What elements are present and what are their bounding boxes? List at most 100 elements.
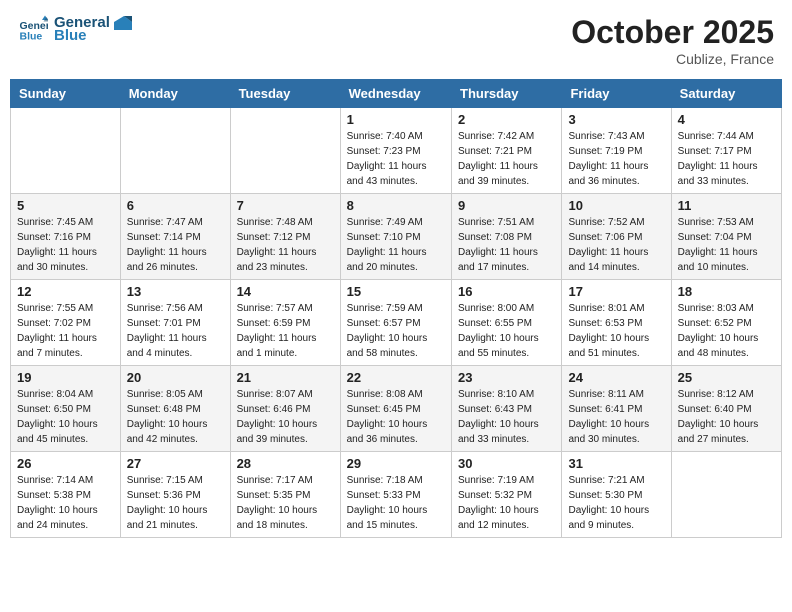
- day-number: 23: [458, 370, 555, 385]
- day-info: Sunrise: 7:53 AM Sunset: 7:04 PM Dayligh…: [678, 215, 775, 275]
- day-info: Sunrise: 8:12 AM Sunset: 6:40 PM Dayligh…: [678, 387, 775, 447]
- day-info: Sunrise: 8:03 AM Sunset: 6:52 PM Dayligh…: [678, 301, 775, 361]
- day-cell-23: 23 Sunrise: 8:10 AM Sunset: 6:43 PM Dayli…: [452, 366, 562, 452]
- col-header-thursday: Thursday: [452, 80, 562, 108]
- day-cell-4: 4 Sunrise: 7:44 AM Sunset: 7:17 PM Daylig…: [671, 108, 781, 194]
- day-info: Sunrise: 7:48 AM Sunset: 7:12 PM Dayligh…: [237, 215, 334, 275]
- day-cell-16: 16Sunrise: 8:00 AM Sunset: 6:55 PM Dayli…: [452, 280, 562, 366]
- day-number: 4: [678, 112, 775, 127]
- empty-cell: [671, 452, 781, 538]
- day-cell-12: 12 Sunrise: 7:55 AM Sunset: 7:02 PM Dayli…: [11, 280, 121, 366]
- day-info: Sunrise: 8:10 AM Sunset: 6:43 PM Dayligh…: [458, 387, 555, 447]
- day-info: Sunrise: 7:40 AM Sunset: 7:23 PM Dayligh…: [347, 129, 445, 189]
- day-cell-11: 11 Sunrise: 7:53 AM Sunset: 7:04 PM Dayli…: [671, 194, 781, 280]
- day-number: 31: [568, 456, 664, 471]
- day-number: 25: [678, 370, 775, 385]
- day-info: Sunrise: 8:01 AM Sunset: 6:53 PM Dayligh…: [568, 301, 664, 361]
- day-cell-31: 31Sunrise: 7:21 AM Sunset: 5:30 PM Dayli…: [562, 452, 671, 538]
- day-cell-9: 9Sunrise: 7:51 AM Sunset: 7:08 PM Daylig…: [452, 194, 562, 280]
- day-number: 13: [127, 284, 224, 299]
- day-info: Sunrise: 8:08 AM Sunset: 6:45 PM Dayligh…: [347, 387, 445, 447]
- day-info: Sunrise: 8:04 AM Sunset: 6:50 PM Dayligh…: [17, 387, 114, 447]
- day-cell-18: 18 Sunrise: 8:03 AM Sunset: 6:52 PM Dayli…: [671, 280, 781, 366]
- day-number: 16: [458, 284, 555, 299]
- empty-cell: [120, 108, 230, 194]
- day-cell-25: 25 Sunrise: 8:12 AM Sunset: 6:40 PM Dayli…: [671, 366, 781, 452]
- day-number: 19: [17, 370, 114, 385]
- week-row-1: 1 Sunrise: 7:40 AM Sunset: 7:23 PM Daylig…: [11, 108, 782, 194]
- day-info: Sunrise: 7:42 AM Sunset: 7:21 PM Dayligh…: [458, 129, 555, 189]
- day-number: 28: [237, 456, 334, 471]
- day-info: Sunrise: 7:15 AM Sunset: 5:36 PM Dayligh…: [127, 473, 224, 533]
- day-info: Sunrise: 7:45 AM Sunset: 7:16 PM Dayligh…: [17, 215, 114, 275]
- day-info: Sunrise: 7:44 AM Sunset: 7:17 PM Dayligh…: [678, 129, 775, 189]
- day-info: Sunrise: 7:49 AM Sunset: 7:10 PM Dayligh…: [347, 215, 445, 275]
- day-number: 21: [237, 370, 334, 385]
- day-cell-5: 5Sunrise: 7:45 AM Sunset: 7:16 PM Daylig…: [11, 194, 121, 280]
- day-info: Sunrise: 7:57 AM Sunset: 6:59 PM Dayligh…: [237, 301, 334, 361]
- header-row: SundayMondayTuesdayWednesdayThursdayFrid…: [11, 80, 782, 108]
- week-row-5: 26Sunrise: 7:14 AM Sunset: 5:38 PM Dayli…: [11, 452, 782, 538]
- week-row-4: 19 Sunrise: 8:04 AM Sunset: 6:50 PM Dayli…: [11, 366, 782, 452]
- day-cell-29: 29Sunrise: 7:18 AM Sunset: 5:33 PM Dayli…: [340, 452, 451, 538]
- day-number: 27: [127, 456, 224, 471]
- day-info: Sunrise: 8:11 AM Sunset: 6:41 PM Dayligh…: [568, 387, 664, 447]
- empty-cell: [230, 108, 340, 194]
- day-number: 18: [678, 284, 775, 299]
- calendar-table: SundayMondayTuesdayWednesdayThursdayFrid…: [10, 79, 782, 538]
- svg-text:Blue: Blue: [20, 31, 43, 43]
- col-header-tuesday: Tuesday: [230, 80, 340, 108]
- logo: General Blue General Blue: [18, 14, 132, 44]
- day-cell-26: 26Sunrise: 7:14 AM Sunset: 5:38 PM Dayli…: [11, 452, 121, 538]
- col-header-monday: Monday: [120, 80, 230, 108]
- col-header-friday: Friday: [562, 80, 671, 108]
- day-number: 3: [568, 112, 664, 127]
- day-info: Sunrise: 8:05 AM Sunset: 6:48 PM Dayligh…: [127, 387, 224, 447]
- day-cell-6: 6Sunrise: 7:47 AM Sunset: 7:14 PM Daylig…: [120, 194, 230, 280]
- day-cell-24: 24 Sunrise: 8:11 AM Sunset: 6:41 PM Dayli…: [562, 366, 671, 452]
- day-info: Sunrise: 8:07 AM Sunset: 6:46 PM Dayligh…: [237, 387, 334, 447]
- day-number: 10: [568, 198, 664, 213]
- day-cell-17: 17 Sunrise: 8:01 AM Sunset: 6:53 PM Dayli…: [562, 280, 671, 366]
- day-number: 20: [127, 370, 224, 385]
- day-number: 24: [568, 370, 664, 385]
- logo-blue: Blue: [54, 27, 132, 44]
- day-info: Sunrise: 7:17 AM Sunset: 5:35 PM Dayligh…: [237, 473, 334, 533]
- month-title: October 2025: [571, 14, 774, 51]
- week-row-2: 5Sunrise: 7:45 AM Sunset: 7:16 PM Daylig…: [11, 194, 782, 280]
- location: Cublize, France: [571, 51, 774, 67]
- day-cell-27: 27 Sunrise: 7:15 AM Sunset: 5:36 PM Dayli…: [120, 452, 230, 538]
- day-info: Sunrise: 7:47 AM Sunset: 7:14 PM Dayligh…: [127, 215, 224, 275]
- day-info: Sunrise: 7:56 AM Sunset: 7:01 PM Dayligh…: [127, 301, 224, 361]
- day-info: Sunrise: 7:55 AM Sunset: 7:02 PM Dayligh…: [17, 301, 114, 361]
- day-cell-2: 2 Sunrise: 7:42 AM Sunset: 7:21 PM Daylig…: [452, 108, 562, 194]
- day-info: Sunrise: 7:14 AM Sunset: 5:38 PM Dayligh…: [17, 473, 114, 533]
- day-number: 7: [237, 198, 334, 213]
- day-cell-8: 8 Sunrise: 7:49 AM Sunset: 7:10 PM Daylig…: [340, 194, 451, 280]
- col-header-wednesday: Wednesday: [340, 80, 451, 108]
- day-cell-19: 19 Sunrise: 8:04 AM Sunset: 6:50 PM Dayli…: [11, 366, 121, 452]
- col-header-saturday: Saturday: [671, 80, 781, 108]
- empty-cell: [11, 108, 121, 194]
- day-number: 29: [347, 456, 445, 471]
- day-number: 11: [678, 198, 775, 213]
- day-info: Sunrise: 7:52 AM Sunset: 7:06 PM Dayligh…: [568, 215, 664, 275]
- title-section: October 2025 Cublize, France: [571, 14, 774, 67]
- day-cell-1: 1 Sunrise: 7:40 AM Sunset: 7:23 PM Daylig…: [340, 108, 451, 194]
- day-number: 8: [347, 198, 445, 213]
- day-cell-21: 21 Sunrise: 8:07 AM Sunset: 6:46 PM Dayli…: [230, 366, 340, 452]
- day-number: 14: [237, 284, 334, 299]
- day-number: 1: [347, 112, 445, 127]
- day-cell-3: 3Sunrise: 7:43 AM Sunset: 7:19 PM Daylig…: [562, 108, 671, 194]
- day-cell-30: 30Sunrise: 7:19 AM Sunset: 5:32 PM Dayli…: [452, 452, 562, 538]
- week-row-3: 12 Sunrise: 7:55 AM Sunset: 7:02 PM Dayli…: [11, 280, 782, 366]
- day-cell-10: 10 Sunrise: 7:52 AM Sunset: 7:06 PM Dayli…: [562, 194, 671, 280]
- day-number: 9: [458, 198, 555, 213]
- page-header: General Blue General Blue October 2025 C…: [10, 10, 782, 71]
- day-number: 2: [458, 112, 555, 127]
- day-cell-14: 14 Sunrise: 7:57 AM Sunset: 6:59 PM Dayli…: [230, 280, 340, 366]
- day-number: 12: [17, 284, 114, 299]
- day-cell-28: 28 Sunrise: 7:17 AM Sunset: 5:35 PM Dayli…: [230, 452, 340, 538]
- day-info: Sunrise: 7:59 AM Sunset: 6:57 PM Dayligh…: [347, 301, 445, 361]
- day-number: 17: [568, 284, 664, 299]
